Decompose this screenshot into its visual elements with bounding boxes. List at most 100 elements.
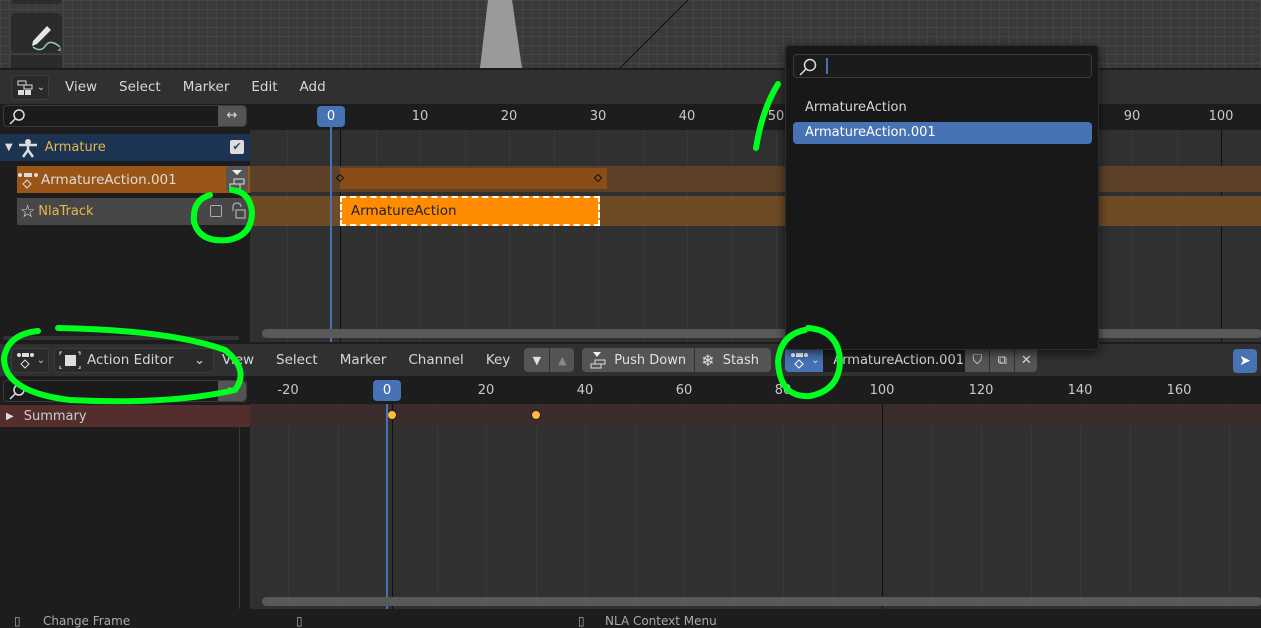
mode-label: Action Editor (87, 352, 174, 368)
ruler-tick-label: 50 (767, 109, 785, 124)
editor-type-button[interactable]: ⌄ (11, 347, 49, 373)
grid-line (783, 404, 784, 609)
nla-frame-ruler[interactable]: 0102030405060708090100 (250, 104, 1261, 130)
popup-item-selected[interactable]: ArmatureAction.001 (793, 122, 1092, 144)
grid-line (776, 130, 777, 342)
search-icon (799, 58, 817, 76)
new-action-button[interactable]: ⧉ (990, 348, 1015, 372)
layer-prev-button[interactable]: ▼ (524, 348, 550, 372)
popup-item[interactable]: ArmatureAction (793, 97, 1092, 119)
current-frame-indicator[interactable]: 0 (373, 380, 401, 401)
menu-view[interactable]: View (65, 79, 97, 95)
search-icon (9, 109, 25, 125)
swap-filter-button[interactable]: ↔ (218, 106, 246, 126)
stash-label: Stash (722, 352, 760, 368)
ruler-tick-label: 60 (675, 383, 693, 398)
ruler-tick-label: 90 (1123, 109, 1141, 124)
channel-label: NlaTrack (38, 204, 94, 219)
playhead[interactable] (330, 130, 332, 342)
channel-nla-track[interactable]: ☆ NlaTrack (17, 198, 250, 225)
shield-icon: ⛉ (972, 352, 983, 368)
playhead[interactable] (386, 404, 388, 609)
nla-search-input[interactable]: ↔ (3, 105, 247, 127)
grid-line (553, 130, 555, 342)
grid-line (731, 130, 733, 342)
push-down-button[interactable]: Push Down (582, 348, 695, 372)
dopesheet-horizontal-scrollbar[interactable] (262, 597, 1261, 606)
snowflake-icon: ❄ (701, 350, 715, 370)
channel-summary[interactable]: ▶ Summary (0, 405, 250, 427)
duplicate-icon: ⧉ (997, 352, 1007, 368)
close-icon: ✕ (1020, 352, 1032, 368)
channel-action-track[interactable]: ArmatureAction.001 (17, 166, 250, 193)
nla-timeline[interactable]: ArmatureAction (250, 130, 1261, 342)
layer-next-button[interactable]: ▲ (550, 348, 575, 372)
editor-type-button[interactable]: ⌄ (11, 74, 49, 100)
swap-filter-button[interactable]: ↔ (218, 381, 246, 401)
star-icon[interactable]: ☆ (20, 202, 35, 222)
fake-user-button[interactable]: ⛉ (965, 348, 990, 372)
only-show-selected-button[interactable]: ➤ (1233, 349, 1257, 373)
summary-row-bg (250, 405, 1261, 426)
popup-item-label: ArmatureAction.001 (805, 125, 936, 140)
grid-line (733, 404, 735, 609)
push-down-icon (590, 352, 606, 369)
annotate-tool-button[interactable] (11, 13, 62, 53)
solo-checkbox[interactable] (210, 205, 222, 217)
menu-view[interactable]: View (222, 352, 254, 368)
toolbar-button[interactable] (11, 0, 62, 4)
expand-triangle-icon[interactable]: ▶ (6, 411, 14, 422)
channel-scrollbar[interactable] (3, 336, 239, 340)
unlink-action-button[interactable]: ✕ (1015, 348, 1038, 372)
grid-line (375, 130, 377, 342)
triangle-up-icon: ▲ (558, 353, 567, 367)
action-name-field[interactable]: ArmatureAction.001 (823, 348, 966, 372)
menu-select[interactable]: Select (119, 79, 161, 95)
dopesheet-frame-ruler[interactable]: -20 0 20 40 60 80 100 120 140 160 (250, 378, 1261, 404)
mode-dropdown[interactable]: Action Editor ⌄ (54, 347, 214, 373)
chevron-down-icon: ⌄ (811, 354, 820, 366)
grid-line (642, 130, 644, 342)
grid-line (585, 404, 586, 609)
summary-keyframe[interactable] (386, 410, 397, 420)
push-down-button[interactable] (226, 166, 248, 192)
menu-channel[interactable]: Channel (408, 352, 463, 368)
grid-line (238, 404, 240, 609)
push-down-label: Push Down (614, 352, 687, 368)
channel-label: ArmatureAction.001 (41, 171, 177, 188)
menu-marker[interactable]: Marker (183, 79, 230, 95)
browse-action-button[interactable]: ⌄ (785, 348, 824, 372)
grid-line (436, 404, 438, 609)
checkbox-icon[interactable]: ✔ (230, 140, 244, 154)
channel-label: Armature (44, 140, 106, 155)
stash-button[interactable]: ❄ Stash (695, 348, 772, 372)
current-frame-indicator[interactable]: 0 (317, 106, 345, 127)
expand-triangle-icon[interactable]: ▼ (5, 142, 13, 153)
double-arrow-icon: ↔ (226, 108, 238, 123)
grid-line (535, 404, 537, 609)
toolbar-button[interactable] (11, 55, 62, 68)
ruler-tick-label: 140 (1067, 383, 1093, 398)
menu-marker[interactable]: Marker (340, 352, 387, 368)
ruler-tick-label: 20 (500, 109, 518, 124)
menu-key[interactable]: Key (486, 352, 510, 368)
channel-label: Summary (23, 408, 87, 424)
summary-keyframe[interactable] (530, 410, 541, 420)
channel-armature[interactable]: ▼ Armature ✔ (0, 134, 250, 161)
lock-open-icon[interactable] (229, 202, 247, 220)
end-frame-line (882, 404, 883, 609)
action-icon (18, 172, 38, 189)
popup-item-label: ArmatureAction (805, 100, 907, 115)
dopesheet-timeline[interactable] (238, 404, 1261, 609)
nla-strip[interactable]: ArmatureAction (339, 196, 600, 226)
nla-horizontal-scrollbar[interactable] (262, 329, 1261, 338)
popup-search-input[interactable] (793, 54, 1092, 78)
grid-line (1129, 404, 1131, 609)
ruler-tick-label: 160 (1166, 383, 1192, 398)
menu-select[interactable]: Select (276, 352, 318, 368)
menu-edit[interactable]: Edit (251, 79, 277, 95)
armature-icon (18, 138, 37, 158)
ruler-tick-label: 10 (411, 109, 429, 124)
menu-add[interactable]: Add (300, 79, 326, 95)
dopesheet-search-input[interactable]: ↔ (3, 380, 247, 402)
